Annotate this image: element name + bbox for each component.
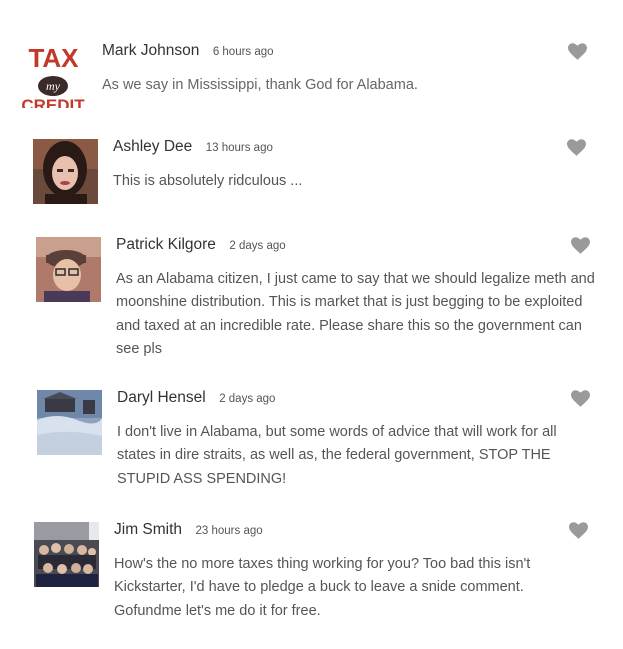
avatar[interactable]	[36, 237, 101, 302]
comment-header: Ashley Dee 13 hours ago	[113, 138, 273, 156]
logo-text: TAX	[28, 43, 79, 73]
comment-header: Jim Smith 23 hours ago	[114, 521, 263, 539]
author-name[interactable]: Mark Johnson	[102, 42, 199, 59]
author-name[interactable]: Ashley Dee	[113, 138, 192, 155]
timestamp: 2 days ago	[219, 393, 276, 405]
timestamp: 13 hours ago	[205, 142, 273, 154]
logo-text: my	[46, 79, 61, 93]
heart-icon[interactable]	[569, 522, 588, 539]
heart-icon[interactable]	[568, 43, 587, 60]
comment-text: As an Alabama citizen, I just came to sa…	[116, 271, 595, 357]
comment-header: Patrick Kilgore 2 days ago	[116, 236, 286, 254]
comment-header: Mark Johnson 6 hours ago	[102, 42, 274, 60]
avatar[interactable]: TAX my CREDIT	[21, 43, 86, 108]
timestamp: 2 days ago	[229, 240, 286, 252]
timestamp: 6 hours ago	[212, 46, 274, 58]
heart-icon[interactable]	[567, 139, 586, 156]
comment-header: Daryl Hensel 2 days ago	[117, 389, 275, 407]
heart-icon[interactable]	[571, 237, 590, 254]
avatar[interactable]	[34, 522, 99, 587]
comment-text: As we say in Mississippi, thank God for …	[102, 77, 418, 93]
avatar[interactable]	[33, 139, 98, 204]
comment-text: I don't live in Alabama, but some words …	[117, 424, 557, 487]
author-name[interactable]: Patrick Kilgore	[116, 236, 216, 253]
timestamp: 23 hours ago	[195, 525, 263, 537]
author-name[interactable]: Daryl Hensel	[117, 389, 206, 406]
author-name[interactable]: Jim Smith	[114, 521, 182, 538]
avatar[interactable]	[37, 390, 102, 455]
comment-text: This is absolutely ridculous ...	[113, 173, 303, 189]
heart-icon[interactable]	[571, 390, 590, 407]
comment-text: How's the no more taxes thing working fo…	[114, 556, 531, 619]
logo-text: CREDIT	[21, 96, 85, 108]
